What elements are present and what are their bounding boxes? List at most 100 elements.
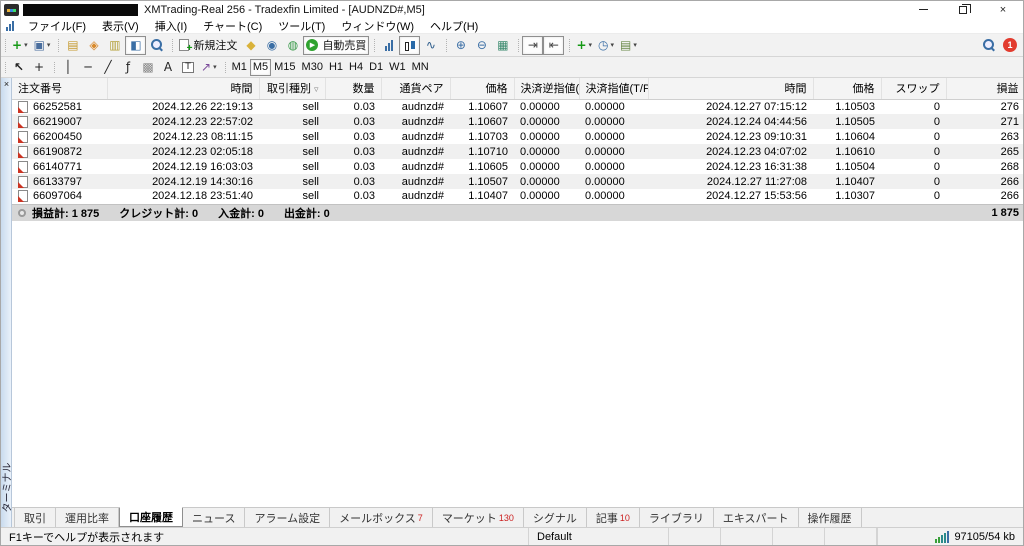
crosshair-button[interactable]: + [29, 59, 49, 76]
tab-口座履歴[interactable]: 口座履歴 [119, 507, 183, 527]
column-header-4[interactable]: 通貨ペア [381, 78, 451, 100]
history-row[interactable]: 66252581 2024.12.26 22:19:13 sell 0.03 audnz… [12, 99, 1023, 114]
candlestick-mode-button[interactable] [399, 35, 421, 55]
tf-mn-button[interactable]: MN [409, 59, 432, 76]
tile-windows-button[interactable]: ▦ [492, 36, 513, 55]
auto-trading-button[interactable]: ▶ 自動売買 [303, 35, 370, 55]
chart-shift-button[interactable]: ⇤ [543, 35, 565, 55]
history-row[interactable]: 66133797 2024.12.19 14:30:16 sell 0.03 audnz… [12, 174, 1023, 189]
tf-w1-button[interactable]: W1 [386, 59, 409, 76]
text-label-button[interactable]: T [178, 59, 198, 76]
tab-メールボックス[interactable]: メールボックス 7 [330, 508, 433, 527]
column-header-10[interactable]: スワップ [881, 78, 947, 100]
new-chart-button[interactable]: + ▾ [9, 36, 31, 55]
history-row[interactable]: 66140771 2024.12.19 16:03:03 sell 0.03 audnz… [12, 159, 1023, 174]
mql5-community-button[interactable]: ◉ [261, 36, 282, 55]
close-button[interactable]: × [983, 1, 1023, 18]
status-profile[interactable]: Default [529, 528, 669, 545]
tab-エキスパート[interactable]: エキスパート [714, 508, 799, 527]
line-chart-mode-button[interactable]: ∿ [420, 36, 441, 55]
cell-9: 1.10610 [835, 145, 875, 158]
strategy-tester-button[interactable] [146, 36, 167, 55]
new-order-label: 新規注文 [193, 40, 238, 52]
minimize-button[interactable] [903, 1, 943, 18]
channel-grid-button[interactable]: ▩ [138, 59, 158, 76]
tab-アラーム設定[interactable]: アラーム設定 [245, 508, 331, 527]
data-window-button[interactable]: ▥ [104, 36, 125, 55]
vertical-line-button[interactable]: │ [58, 59, 78, 76]
text-button[interactable]: A [158, 59, 178, 76]
auto-scroll-button[interactable]: ⇥ [522, 35, 544, 55]
arrow-objects-button[interactable]: ↗ ▾ [198, 59, 220, 76]
tf-d1-button[interactable]: D1 [366, 59, 386, 76]
column-header-3[interactable]: 数量 [325, 78, 382, 100]
tf-h1-button[interactable]: H1 [326, 59, 346, 76]
history-row[interactable]: 66097064 2024.12.18 23:51:40 sell 0.03 audnz… [12, 189, 1023, 204]
history-row[interactable]: 66190872 2024.12.23 02:05:18 sell 0.03 audnz… [12, 144, 1023, 159]
cell-3: 0.03 [353, 175, 375, 188]
restore-button[interactable] [943, 1, 983, 18]
tab-label: ニュース [192, 512, 236, 525]
navigator-button[interactable]: ◈ [83, 36, 104, 55]
text-label-icon: T [182, 61, 194, 73]
menu-item-v[interactable]: 表示(V) [94, 20, 147, 34]
metaeditor-button[interactable]: ◆ [240, 36, 261, 55]
horizontal-line-button[interactable]: ─ [78, 59, 98, 76]
column-header-1[interactable]: 時間 [107, 78, 260, 100]
market-watch-button[interactable]: ▤ [62, 36, 83, 55]
column-header-9[interactable]: 価格 [813, 78, 882, 100]
column-header-6[interactable]: 決済逆指値(S... [514, 78, 580, 100]
zoom-in-button[interactable]: ⊕ [450, 36, 471, 55]
chart-window-icon[interactable] [6, 20, 14, 31]
notification-badge[interactable]: 1 [1003, 38, 1017, 52]
history-row[interactable]: 66200450 2024.12.23 08:11:15 sell 0.03 audnz… [12, 129, 1023, 144]
indicators-button[interactable]: + ▾ [573, 36, 595, 55]
cell-8: 2024.12.27 07:15:12 [706, 100, 807, 113]
cell-1: 2024.12.23 22:57:02 [152, 115, 253, 128]
tf-m30-button[interactable]: M30 [299, 59, 326, 76]
close-icon: × [999, 3, 1007, 16]
menu-item-f[interactable]: ファイル(F) [20, 20, 94, 34]
zoom-out-button[interactable]: ⊖ [471, 36, 492, 55]
tab-ニュース[interactable]: ニュース [183, 508, 246, 527]
menu-item-w[interactable]: ウィンドウ(W) [333, 20, 422, 34]
new-order-button[interactable]: + 新規注文 [176, 36, 240, 55]
menu-item-t[interactable]: ツール(T) [270, 20, 333, 34]
tf-m1-button[interactable]: M1 [229, 59, 250, 76]
tf-m5-button[interactable]: M5 [249, 58, 272, 76]
tab-シグナル[interactable]: シグナル [524, 508, 587, 527]
tab-運用比率[interactable]: 運用比率 [56, 508, 119, 527]
column-header-0[interactable]: 注文番号 [12, 78, 108, 100]
trendline-button[interactable]: ╱ [98, 59, 118, 76]
terminal-close-button[interactable]: × [2, 79, 11, 89]
menu-item-i[interactable]: 挿入(I) [147, 20, 195, 34]
profiles-button[interactable]: ▣ ▾ [31, 36, 54, 55]
tab-マーケット[interactable]: マーケット 130 [433, 508, 524, 527]
tab-取引[interactable]: 取引 [14, 508, 56, 527]
bar-chart-mode-button[interactable] [378, 36, 399, 55]
fibonacci-button[interactable]: ƒ [118, 59, 138, 76]
column-header-8[interactable]: 時間 [648, 78, 814, 100]
periods-button[interactable]: ◷ ▾ [595, 36, 617, 55]
history-row[interactable]: 66219007 2024.12.23 22:57:02 sell 0.03 audnz… [12, 114, 1023, 129]
cell-7: 0.00000 [585, 160, 625, 173]
column-header-11[interactable]: 損益 [946, 78, 1023, 100]
tf-m15-button[interactable]: M15 [271, 59, 298, 76]
search-button[interactable] [978, 36, 999, 55]
menu-item-c[interactable]: チャート(C) [195, 20, 270, 34]
tab-記事[interactable]: 記事 10 [587, 508, 640, 527]
column-header-2[interactable]: 取引種別 ▿ [259, 78, 326, 100]
new-order-icon: + [179, 39, 192, 54]
news-button[interactable]: ◍ [282, 36, 303, 55]
templates-button[interactable]: ▤ ▾ [617, 36, 640, 55]
cursor-button[interactable]: ↖ [9, 59, 29, 76]
terminal-panel-toggle-button[interactable]: ◧ [125, 35, 147, 55]
tab-ライブラリ[interactable]: ライブラリ [640, 508, 714, 527]
column-header-7[interactable]: 決済指値(T/P) [579, 78, 649, 100]
menu-item-h[interactable]: ヘルプ(H) [422, 20, 486, 34]
tf-h4-button[interactable]: H4 [346, 59, 366, 76]
toolbar-group: ▤ ◈ ▥ ◧ [56, 35, 170, 55]
cell-8: 2024.12.23 16:31:38 [706, 160, 807, 173]
column-header-5[interactable]: 価格 [450, 78, 515, 100]
tab-操作履歴[interactable]: 操作履歴 [799, 508, 862, 527]
